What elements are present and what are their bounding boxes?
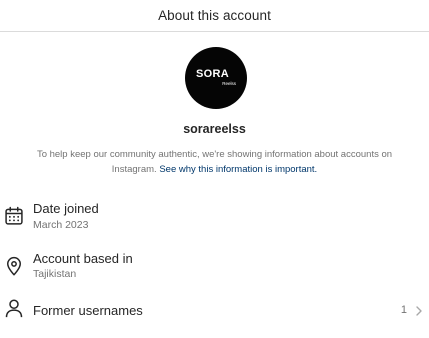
calendar-icon xyxy=(5,206,23,225)
person-icon xyxy=(5,299,23,318)
former-usernames-row[interactable]: Former usernames 1 xyxy=(0,294,429,338)
username: sorareelss xyxy=(183,122,246,136)
former-usernames-count: 1 xyxy=(400,304,407,316)
avatar-logo-subtext: Reelss xyxy=(222,81,236,86)
account-based-in-label: Account based in xyxy=(33,251,133,266)
date-joined-label: Date joined xyxy=(33,201,99,216)
dialog-header: About this account xyxy=(0,0,429,32)
location-pin-icon xyxy=(7,256,21,276)
dialog-title: About this account xyxy=(158,8,271,23)
date-joined-value: March 2023 xyxy=(33,219,89,231)
avatar-logo-text: SORA xyxy=(196,68,229,80)
date-joined-row: Date joined March 2023 xyxy=(0,198,429,242)
former-usernames-label: Former usernames xyxy=(33,303,143,318)
chevron-right-icon[interactable] xyxy=(413,305,425,317)
info-link[interactable]: See why this information is important. xyxy=(159,164,317,175)
avatar: SORA Reelss xyxy=(185,47,247,109)
account-based-in-row: Account based in Tajikistan xyxy=(0,248,429,292)
account-based-in-value: Tajikistan xyxy=(33,268,77,280)
avatar-logo: SORA Reelss xyxy=(196,68,236,88)
info-text: To help keep our community authentic, we… xyxy=(20,147,409,177)
